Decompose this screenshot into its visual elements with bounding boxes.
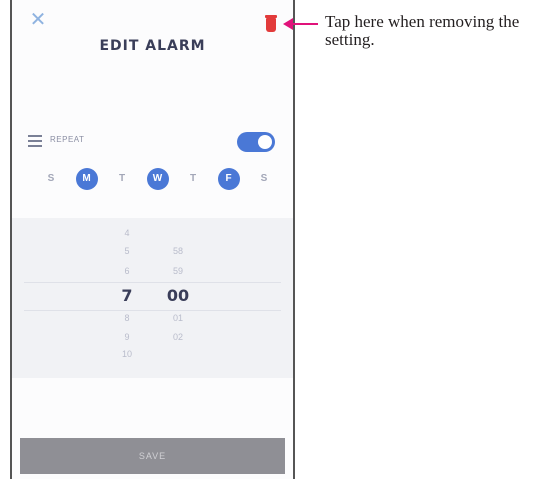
hour-option[interactable]: 8	[107, 313, 147, 323]
minute-option[interactable]: 01	[158, 313, 198, 323]
day-saturday[interactable]: S	[253, 168, 275, 190]
day-friday[interactable]: F	[217, 168, 240, 190]
time-picker[interactable]: 4 5 6 7 8 9 10 58 59 00 01 02	[12, 218, 293, 378]
hour-option[interactable]: 4	[107, 228, 147, 238]
selected-hour[interactable]: 7	[107, 286, 147, 305]
trash-icon[interactable]	[265, 14, 277, 32]
minute-option[interactable]: 58	[158, 246, 198, 256]
trash-body	[266, 18, 276, 32]
selection-line-bottom	[24, 310, 281, 311]
hour-option[interactable]: 5	[107, 246, 147, 256]
minute-option[interactable]: 59	[158, 266, 198, 276]
callout-text: Tap here when removing the setting.	[325, 12, 520, 49]
day-wednesday[interactable]: W	[146, 168, 169, 190]
hour-option[interactable]: 10	[107, 349, 147, 359]
repeat-toggle[interactable]	[237, 132, 275, 152]
selection-line-top	[24, 282, 281, 283]
day-thursday[interactable]: T	[182, 168, 204, 190]
toggle-knob	[258, 135, 272, 149]
day-tuesday[interactable]: T	[111, 168, 133, 190]
repeat-row: REPEAT	[28, 130, 277, 154]
selected-minute[interactable]: 00	[158, 286, 198, 305]
minute-option[interactable]: 02	[158, 332, 198, 342]
callout-line	[292, 23, 318, 25]
day-sunday[interactable]: S	[40, 168, 62, 190]
weekday-selector: S M T W T F S	[40, 166, 275, 192]
phone-screen: ✕ EDIT ALARM REPEAT S M T W T F S 4 5 6 …	[10, 0, 295, 479]
hour-option[interactable]: 6	[107, 266, 147, 276]
callout: Tap here when removing the setting.	[283, 10, 559, 60]
close-icon[interactable]: ✕	[28, 10, 48, 30]
minute-wheel[interactable]: 58 59 00 01 02	[158, 218, 198, 378]
repeat-label: REPEAT	[50, 135, 85, 144]
hour-option[interactable]: 9	[107, 332, 147, 342]
save-button[interactable]: SAVE	[20, 438, 285, 474]
page-title: EDIT ALARM	[99, 38, 206, 54]
repeat-icon	[28, 135, 42, 147]
hour-wheel[interactable]: 4 5 6 7 8 9 10	[107, 218, 147, 378]
day-monday[interactable]: M	[75, 168, 98, 190]
